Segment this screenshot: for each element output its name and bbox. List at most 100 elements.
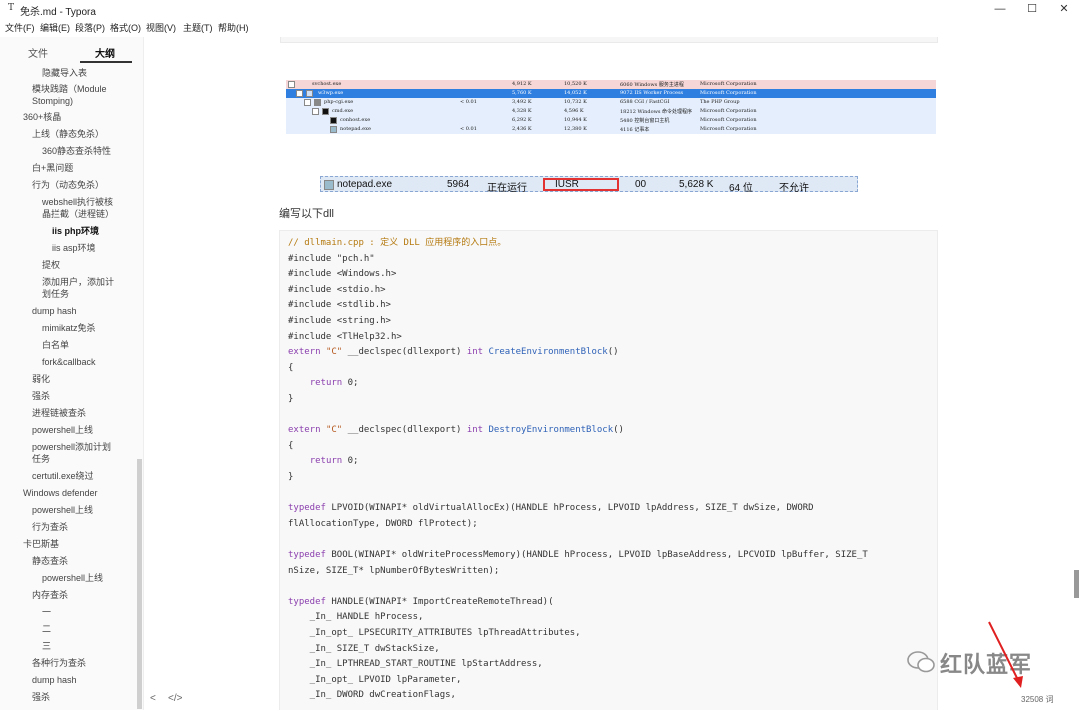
outline-item[interactable]: powershell上线 <box>42 572 103 584</box>
menu-file[interactable]: 文件(F) <box>5 21 35 34</box>
outline-item[interactable]: 添加用户，添加计 <box>42 276 114 288</box>
code-block[interactable]: // dllmain.cpp : 定义 DLL 应用程序的入口点。 #includ… <box>279 230 938 710</box>
outline-item[interactable]: 内存查杀 <box>32 589 68 601</box>
menu-edit[interactable]: 编辑(E) <box>40 21 70 34</box>
code-token: extern <box>288 425 326 436</box>
editor-scrollbar[interactable] <box>1074 570 1079 598</box>
outline-item[interactable]: 弱化 <box>32 373 50 385</box>
code-line: typedef LPVOID(WINAPI* oldVirtualAllocEx… <box>288 502 814 514</box>
outline-item[interactable]: Windows defender <box>23 487 98 499</box>
process-icon <box>306 90 313 97</box>
outline-item[interactable]: 任务 <box>32 453 50 465</box>
code-line: flAllocationType, DWORD flProtect); <box>288 518 478 530</box>
code-token: #include "pch.h" <box>288 253 375 264</box>
process-arch: 64 位 <box>729 183 753 194</box>
code-line: } <box>288 393 293 405</box>
code-token: int <box>466 347 489 358</box>
close-button[interactable]: ✕ <box>1046 0 1080 18</box>
menu-help[interactable]: 帮助(H) <box>218 21 249 34</box>
outline-item[interactable]: 白+黑问题 <box>32 162 73 174</box>
code-token: CreateEnvironmentBlock <box>488 347 608 358</box>
outline-item[interactable]: webshell执行被核 <box>42 196 113 208</box>
process-row: php-cgi.exe < 0.01 3,492 K 10,732 K 6588… <box>286 98 936 107</box>
outline-item[interactable]: certutil.exe绕过 <box>32 470 94 482</box>
process-uac: 不允许 <box>779 183 809 194</box>
code-line: #include <TlHelp32.h> <box>288 331 402 343</box>
code-line: } <box>288 471 293 483</box>
outline-item[interactable]: 白名单 <box>42 339 69 351</box>
editor-content: svchost.exe 4,912 K 10,520 K 6060 Window… <box>144 37 1080 710</box>
window-title: 免杀.md - Typora <box>20 7 96 18</box>
code-token: typedef <box>288 503 326 514</box>
outline-item[interactable]: dump hash <box>32 305 77 317</box>
sidebar-scrollbar[interactable] <box>137 459 142 709</box>
outline-item[interactable]: powershell上线 <box>32 424 93 436</box>
menu-format[interactable]: 格式(O) <box>110 21 141 34</box>
expand-icon <box>288 81 295 88</box>
outline-item[interactable]: 强杀 <box>32 390 50 402</box>
code-line: extern "C" __declspec(dllexport) int Des… <box>288 424 624 436</box>
expand-icon <box>296 90 303 97</box>
outline-item[interactable]: powershell上线 <box>32 504 93 516</box>
outline-item[interactable]: 各种行为查杀 <box>32 657 86 669</box>
expand-icon <box>304 99 311 106</box>
outline-item[interactable]: 行为查杀 <box>32 521 68 533</box>
outline-item[interactable]: 隐藏导入表 <box>42 67 87 79</box>
outline-item[interactable]: mimikatz免杀 <box>42 322 96 334</box>
notepad-icon <box>330 126 337 133</box>
process-name: notepad.exe <box>337 179 393 190</box>
process-memory: 5,628 K <box>679 179 714 190</box>
code-token: return <box>309 378 343 389</box>
outline-item[interactable]: 提权 <box>42 259 60 271</box>
tab-files[interactable]: 文件 <box>28 45 48 60</box>
menu-theme[interactable]: 主题(T) <box>183 21 213 34</box>
source-code-mode-button[interactable]: </> <box>168 693 182 704</box>
word-count[interactable]: 32508 词 <box>1021 694 1053 705</box>
code-token: flAllocationType, DWORD flProtect); <box>288 518 478 529</box>
outline-item-active[interactable]: iis php环境 <box>52 225 99 237</box>
outline-list: 隐藏导入表 模块践踏（Module Stomping) 360+核晶 上线（静态… <box>0 65 136 710</box>
outline-item[interactable]: 强杀 <box>32 691 50 703</box>
outline-item[interactable]: 一 <box>42 606 51 618</box>
outline-item[interactable]: 静态查杀 <box>32 555 68 567</box>
outline-item[interactable]: 晶拦截（进程链） <box>42 208 114 220</box>
typora-icon: T <box>8 3 15 13</box>
code-token: DestroyEnvironmentBlock <box>488 425 614 436</box>
process-cpu: 00 <box>635 179 647 190</box>
outline-item[interactable]: 卡巴斯基 <box>23 538 59 550</box>
toggle-sidebar-button[interactable]: < <box>150 693 156 704</box>
outline-item[interactable]: dump hash <box>32 674 77 686</box>
outline-item[interactable]: 行为（动态免杀） <box>32 179 104 191</box>
code-token: __declspec(dllexport) <box>342 347 467 358</box>
outline-item[interactable]: 模块践踏（Module <box>32 83 107 95</box>
maximize-button[interactable]: ☐ <box>1014 0 1050 18</box>
outline-item[interactable]: 360+核晶 <box>23 111 61 123</box>
code-line: #include <Windows.h> <box>288 268 396 280</box>
outline-item[interactable]: 三 <box>42 640 51 652</box>
menu-view[interactable]: 视图(V) <box>146 21 176 34</box>
code-line: return 0; <box>288 455 359 467</box>
code-token: #include <string.h> <box>288 316 391 326</box>
code-token: return <box>309 456 343 467</box>
code-token: BOOL(WINAPI* oldWriteProcessMemory)(HAND… <box>325 550 868 560</box>
tab-outline[interactable]: 大纲 <box>95 45 115 60</box>
outline-item[interactable]: 上线（静态免杀） <box>32 128 104 140</box>
code-token: "C" <box>325 347 343 358</box>
minimize-button[interactable]: — <box>982 0 1018 18</box>
code-token: typedef <box>288 596 326 607</box>
menu-paragraph[interactable]: 段落(P) <box>75 21 105 34</box>
outline-item[interactable]: 划任务 <box>42 288 69 300</box>
outline-item[interactable]: iis asp环境 <box>52 242 96 254</box>
outline-item[interactable]: fork&callback <box>42 356 96 368</box>
outline-item[interactable]: 360静态查杀特性 <box>42 145 111 157</box>
code-line: typedef BOOL(WINAPI* oldWriteProcessMemo… <box>288 549 868 561</box>
code-token: extern <box>288 347 326 358</box>
code-token: { <box>288 440 294 451</box>
process-row: cmd.exe 4,328 K 4,596 K 18212 Windows 命令… <box>286 107 936 116</box>
outline-item[interactable]: Stomping) <box>32 95 73 107</box>
process-row: notepad.exe < 0.01 2,436 K 12,380 K 4116… <box>286 125 936 134</box>
outline-item[interactable]: powershell添加计划 <box>32 441 111 453</box>
outline-item[interactable]: 二 <box>42 623 51 635</box>
outline-item[interactable]: 进程链被查杀 <box>32 407 86 419</box>
